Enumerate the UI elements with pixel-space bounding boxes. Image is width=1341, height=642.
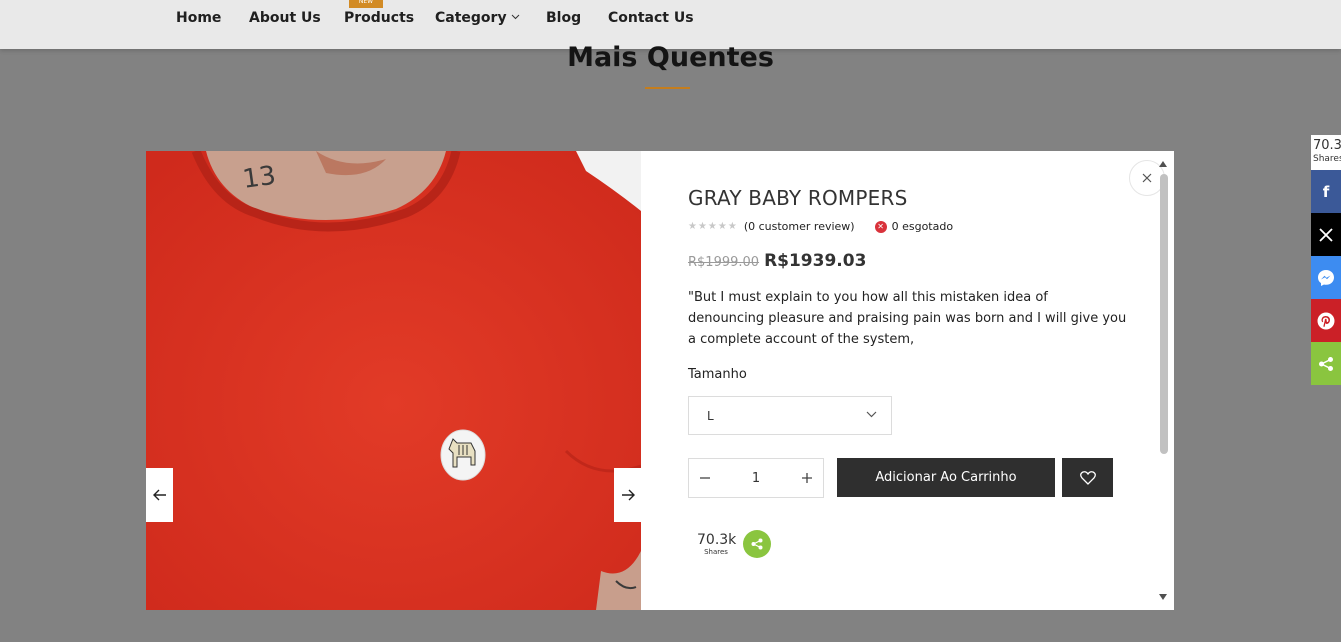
facebook-share-button[interactable]: f (1311, 170, 1341, 213)
next-image-button[interactable] (614, 468, 641, 522)
out-of-stock-icon: ✕ (874, 220, 887, 233)
add-to-cart-button[interactable]: Adicionar Ao Carrinho (837, 458, 1055, 497)
share-count: 70.3k Shares (697, 532, 737, 556)
x-icon (1319, 227, 1333, 242)
product-rating-row: ★★★★★ (0 customer review) ✕ 0 esgotado (688, 220, 953, 233)
arrow-left-icon (152, 489, 166, 501)
modal-scrollbar[interactable] (1158, 161, 1169, 606)
minus-icon (700, 477, 710, 479)
red-tshirt-photo: 13 (146, 151, 641, 610)
nav-category-label: Category (435, 10, 507, 26)
share-count-label: Shares (704, 548, 728, 556)
messenger-share-button[interactable] (1311, 256, 1341, 299)
rating-stars-icon: ★★★★★ (688, 221, 738, 232)
increase-quantity-button[interactable] (791, 459, 823, 497)
pinterest-share-button[interactable] (1311, 299, 1341, 342)
nav-category[interactable]: Category (435, 10, 520, 26)
share-button[interactable] (743, 530, 771, 558)
size-selected-value: L (707, 408, 714, 423)
nav-home[interactable]: Home (176, 10, 221, 26)
scrollbar-thumb[interactable] (1160, 174, 1168, 454)
share-icon (751, 538, 763, 550)
svg-text:13: 13 (241, 161, 278, 195)
wishlist-button[interactable] (1062, 458, 1113, 497)
share-icon (1319, 356, 1333, 371)
nav-products[interactable]: Products (344, 10, 414, 26)
size-label: Tamanho (688, 367, 747, 382)
section-title: Mais Quentes (567, 42, 774, 73)
close-icon (1142, 173, 1152, 183)
arrow-right-icon (621, 489, 635, 501)
sidebar-share-count-label: Shares (1313, 154, 1341, 164)
decrease-quantity-button[interactable] (689, 459, 721, 497)
sidebar-share-count: 70.3k Shares (1311, 135, 1341, 170)
product-details: GRAY BABY ROMPERS ★★★★★ (0 customer revi… (641, 151, 1174, 610)
new-badge: NEW (349, 0, 383, 8)
nav-blog[interactable]: Blog (546, 10, 581, 26)
scroll-down-arrow-icon[interactable] (1159, 594, 1167, 600)
messenger-icon (1318, 269, 1334, 286)
review-count-link[interactable]: (0 customer review) (744, 220, 855, 233)
x-share-button[interactable] (1311, 213, 1341, 256)
prev-image-button[interactable] (146, 468, 173, 522)
heart-icon (1079, 470, 1096, 485)
product-title: GRAY BABY ROMPERS (688, 186, 908, 210)
nav-about-us[interactable]: About Us (249, 10, 321, 26)
stock-status: ✕ 0 esgotado (874, 220, 954, 233)
old-price: R$1999.00 (688, 255, 760, 270)
chevron-down-icon (866, 411, 877, 418)
chevron-down-icon (511, 14, 519, 20)
share-count-number: 70.3k (697, 532, 737, 548)
stock-status-text: 0 esgotado (891, 220, 954, 233)
quantity-stepper: 1 (688, 458, 824, 498)
quantity-input[interactable]: 1 (721, 471, 791, 486)
quick-view-modal: 13 GRAY BABY ROMPERS ★★★★★ (0 customer r… (146, 151, 1174, 610)
nav-contact-us[interactable]: Contact Us (608, 10, 694, 26)
product-image: 13 (146, 151, 641, 610)
plus-icon (802, 473, 812, 483)
section-title-underline (645, 87, 690, 89)
facebook-icon: f (1322, 182, 1330, 201)
current-price: R$1939.03 (764, 251, 867, 271)
sidebar-share-count-number: 70.3k (1313, 138, 1341, 153)
product-description: "But I must explain to you how all this … (688, 290, 1127, 347)
pinterest-icon (1317, 312, 1335, 329)
scroll-up-arrow-icon[interactable] (1159, 161, 1167, 167)
social-share-sidebar: 70.3k Shares f (1311, 135, 1341, 385)
size-select[interactable]: L (688, 396, 892, 435)
product-price: R$1999.00 R$1939.03 (688, 251, 866, 271)
generic-share-button[interactable] (1311, 342, 1341, 385)
